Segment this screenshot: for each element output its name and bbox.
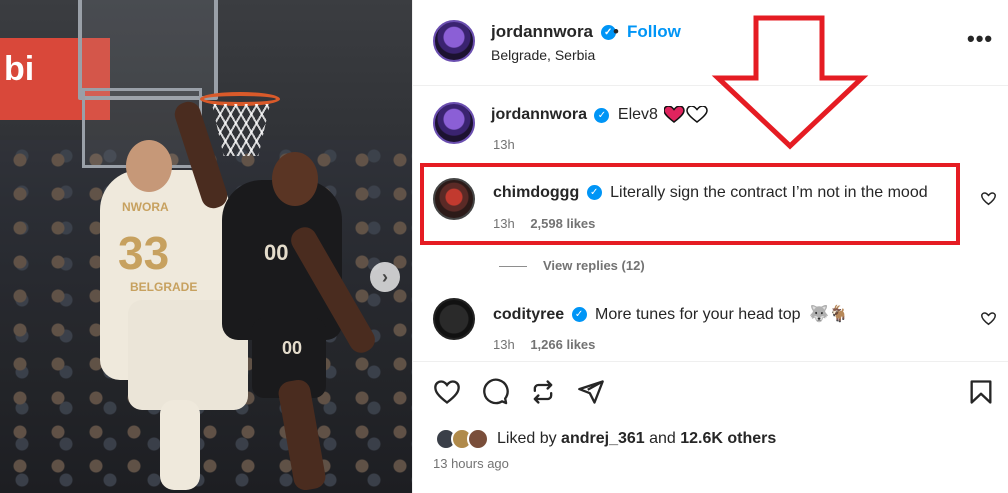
next-image-button[interactable]: › — [370, 262, 400, 292]
jersey-number-white: 33 — [118, 227, 170, 279]
arena-banner-text: bi — [4, 50, 35, 88]
shorts-number-black: 00 — [282, 338, 303, 358]
player-black-head — [272, 152, 318, 206]
comment-meta: 13h 1,266 likes — [493, 337, 595, 352]
comment-avatar[interactable] — [433, 298, 475, 340]
white-heart-icon — [686, 105, 709, 123]
heart-emojis — [663, 105, 709, 123]
liked-by-middle: and — [644, 430, 681, 447]
view-replies-button[interactable]: View replies (12) — [499, 258, 645, 273]
author-username[interactable]: jordannwora — [491, 22, 593, 41]
backboard — [78, 0, 218, 100]
verified-icon: ✓ — [571, 307, 587, 323]
liked-by-prefix: Liked by — [497, 430, 562, 447]
player-white-leg — [160, 400, 200, 490]
replies-line — [499, 266, 527, 268]
heart-icon[interactable] — [433, 378, 461, 406]
liked-by-others[interactable]: 12.6K others — [680, 430, 776, 447]
follow-button[interactable]: Follow — [627, 22, 681, 42]
verified-icon: ✓ — [594, 107, 610, 123]
post-timestamp[interactable]: 13 hours ago — [433, 456, 509, 471]
post-location[interactable]: Belgrade, Serbia — [491, 47, 595, 63]
more-icon[interactable]: ••• — [967, 26, 993, 52]
author-header: jordannwora ✓ — [491, 22, 616, 42]
liked-by-text: Liked by andrej_361 and 12.6K others — [497, 430, 776, 448]
caption-line: jordannwora ✓ Elev8 — [491, 105, 709, 124]
separator-dot: • — [613, 22, 619, 41]
share-icon[interactable] — [529, 378, 557, 406]
actions-divider — [413, 361, 1008, 362]
caption-username[interactable]: jordannwora — [491, 106, 587, 123]
avatar — [467, 428, 489, 450]
comment-like-heart-icon[interactable] — [981, 192, 996, 206]
jersey-name: NWORA — [122, 200, 169, 214]
caption-time: 13h — [493, 137, 515, 152]
emoji-icons: 🐺🐐 — [808, 306, 849, 323]
comment-time: 13h — [493, 337, 515, 352]
caption-text: Elev8 — [617, 106, 658, 124]
player-white-head — [126, 140, 172, 192]
liked-by-avatars[interactable] — [435, 428, 495, 450]
view-replies-label: View replies (12) — [543, 258, 645, 273]
jersey-city: BELGRADE — [130, 280, 198, 294]
comment-likes[interactable]: 1,266 likes — [530, 337, 595, 352]
author-avatar[interactable] — [433, 20, 475, 62]
red-heart-icon — [663, 105, 686, 123]
caption-avatar[interactable] — [433, 102, 475, 144]
comment-icon[interactable] — [481, 378, 509, 406]
liked-by-user[interactable]: andrej_361 — [561, 430, 645, 447]
bookmark-icon[interactable] — [967, 378, 995, 406]
post-photo[interactable]: bi NWORA 33 BELGRADE 00 00 › — [0, 0, 412, 493]
jersey-number-black: 00 — [264, 240, 289, 265]
comment-like-heart-icon[interactable] — [981, 312, 996, 326]
comment-text: More tunes for your head top — [595, 306, 801, 323]
annotation-arrow-icon — [711, 15, 869, 150]
chevron-right-icon: › — [382, 266, 388, 287]
comment-line: codityree ✓ More tunes for your head top… — [493, 304, 849, 324]
comment-username[interactable]: codityree — [493, 306, 564, 323]
send-icon[interactable] — [577, 378, 605, 406]
annotation-highlight-box — [420, 163, 960, 245]
hoop-rim — [200, 92, 280, 106]
